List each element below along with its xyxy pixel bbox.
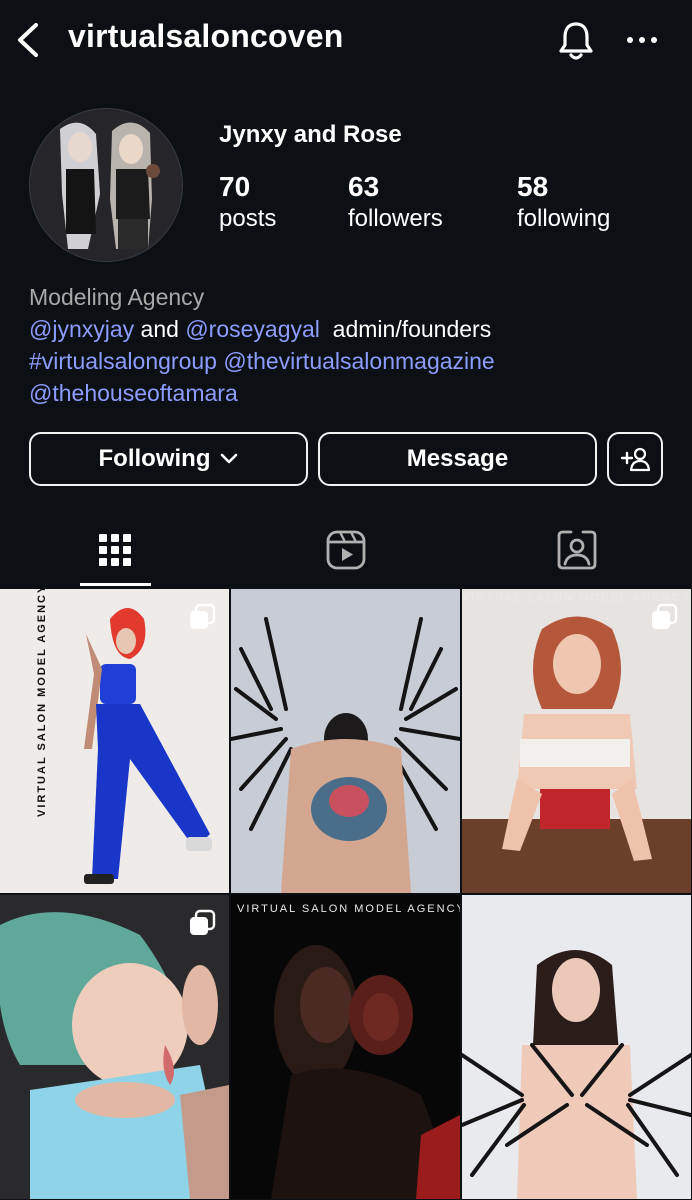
- bell-icon[interactable]: [556, 20, 596, 62]
- posts-stat[interactable]: 70 posts: [219, 170, 276, 234]
- display-name: Jynxy and Rose: [219, 121, 402, 148]
- following-label: following: [517, 205, 611, 232]
- following-count: 58: [517, 171, 549, 202]
- carousel-icon: [652, 603, 678, 629]
- carousel-icon: [190, 909, 216, 935]
- back-arrow-icon[interactable]: [14, 22, 42, 58]
- message-button[interactable]: Message: [318, 432, 597, 486]
- post-caption: VIRTUAL SALON MODEL AGENCY: [36, 589, 48, 817]
- tagged-icon[interactable]: [555, 528, 599, 572]
- mention-thehouseoftamara[interactable]: @thehouseoftamara: [29, 380, 238, 406]
- post-thumbnail-5[interactable]: VIRTUAL SALON MODEL AGENCY: [231, 895, 460, 1199]
- bio-category: Modeling Agency: [29, 284, 205, 310]
- profile-username: virtualsaloncoven: [68, 18, 344, 54]
- more-icon[interactable]: [624, 30, 660, 50]
- reels-icon[interactable]: [324, 528, 368, 572]
- bio-and-text: and: [134, 316, 186, 342]
- posts-count: 70: [219, 171, 251, 202]
- mention-roseyagyal[interactable]: @roseyagyal: [185, 316, 320, 342]
- add-person-icon: [620, 447, 650, 472]
- chevron-down-icon: [221, 453, 238, 464]
- followers-count: 63: [348, 171, 380, 202]
- posts-label: posts: [219, 205, 277, 232]
- hashtag-virtualsalongroup[interactable]: #virtualsalongroup: [29, 348, 217, 374]
- bio-role-text: admin/founders: [319, 316, 492, 342]
- carousel-icon: [190, 603, 216, 629]
- mention-thevirtualsalonmagazine[interactable]: @thevirtualsalonmagazine: [223, 348, 494, 374]
- post-thumbnail-3[interactable]: VIRTUAL SALON MODEL AGENCY: [462, 589, 691, 893]
- followers-stat[interactable]: 63 followers: [348, 170, 443, 234]
- suggested-people-button[interactable]: [607, 432, 663, 486]
- avatar[interactable]: [29, 108, 183, 262]
- mention-jynxyjay[interactable]: @jynxyjay: [29, 316, 134, 342]
- post-thumbnail-4[interactable]: [0, 895, 229, 1199]
- message-button-label: Message: [406, 445, 509, 472]
- followers-label: followers: [348, 205, 443, 232]
- bio-line-founders: @jynxyjay and @roseyagyal admin/founders: [29, 313, 491, 345]
- post-caption: VIRTUAL SALON MODEL AGENCY: [237, 903, 460, 915]
- active-tab-indicator: [80, 583, 151, 586]
- following-button-label: Following: [98, 445, 211, 472]
- grid-icon[interactable]: [93, 528, 137, 572]
- following-button[interactable]: Following: [29, 432, 308, 486]
- following-stat[interactable]: 58 following: [517, 170, 610, 234]
- post-thumbnail-6[interactable]: [462, 895, 691, 1199]
- post-thumbnail-1[interactable]: VIRTUAL SALON MODEL AGENCY: [0, 589, 229, 893]
- bio-line-tags: #virtualsalongroup @thevirtualsalonmagaz…: [29, 345, 495, 377]
- post-thumbnail-2[interactable]: [231, 589, 460, 893]
- bio-line-house: @thehouseoftamara: [29, 377, 238, 409]
